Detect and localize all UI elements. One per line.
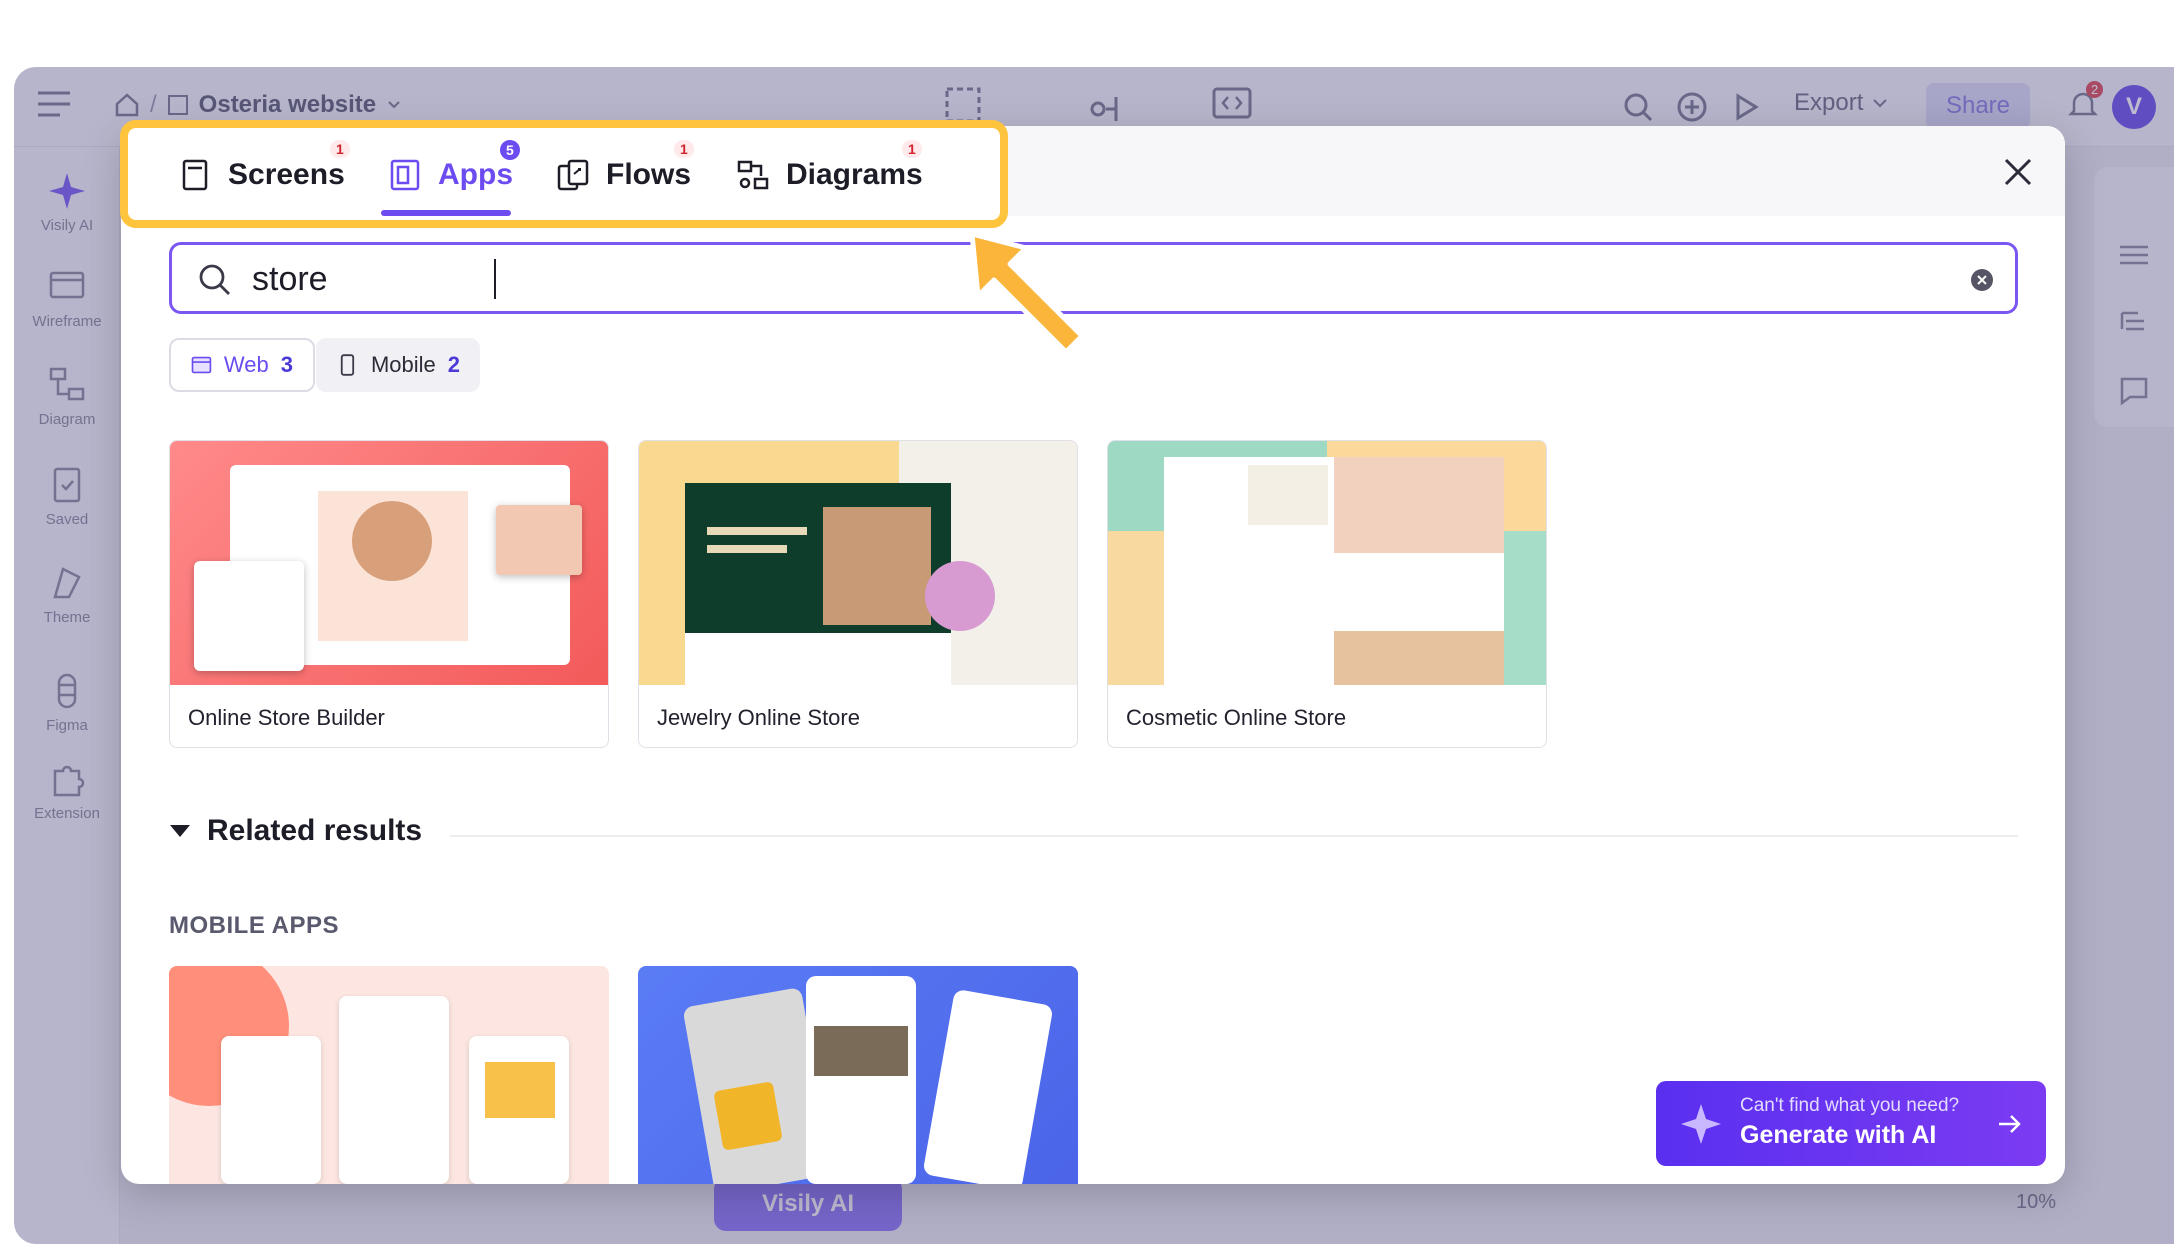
- phone-icon: [340, 354, 355, 376]
- tab-label: Apps: [438, 158, 513, 191]
- search-icon: [199, 264, 230, 295]
- card-thumbnail: [169, 966, 609, 1184]
- tab-label: Diagrams: [786, 158, 923, 191]
- divider: [450, 835, 2018, 837]
- filter-mobile[interactable]: Mobile 2: [316, 338, 480, 392]
- card-title: Cosmetic Online Store: [1126, 705, 1347, 730]
- arrow-right-icon: [1999, 1115, 2021, 1133]
- card-thumbnail: [170, 441, 608, 685]
- pointer-arrow-icon: [969, 231, 1085, 355]
- mobile-app-card-furniture[interactable]: [638, 966, 1078, 1184]
- filter-web[interactable]: Web 3: [169, 338, 315, 392]
- tab-apps[interactable]: Apps 5: [388, 140, 520, 200]
- filter-label: Mobile: [370, 352, 436, 377]
- template-card-jewelry-online-store[interactable]: Jewelry Online Store: [638, 440, 1078, 748]
- tab-badge: 1: [902, 140, 922, 158]
- sparkle-icon: [1681, 1104, 1721, 1144]
- tab-badge: 5: [500, 140, 520, 160]
- template-card-online-store-builder[interactable]: Online Store Builder: [169, 440, 609, 748]
- tab-label: Screens: [228, 158, 345, 191]
- card-thumbnail: [639, 441, 1077, 685]
- tab-badge: 1: [330, 140, 350, 158]
- mobile-app-card-electronics[interactable]: [169, 966, 609, 1184]
- clear-search-icon[interactable]: [1970, 268, 1994, 292]
- cta-title: Generate with AI: [1740, 1121, 1937, 1149]
- related-results-toggle[interactable]: Related results: [169, 814, 422, 848]
- tab-label: Flows: [606, 158, 692, 191]
- filter-label: Web: [223, 352, 269, 377]
- browser-icon: [191, 356, 212, 374]
- tab-diagrams[interactable]: Diagrams 1: [736, 140, 923, 200]
- section-heading-mobile-apps: MOBILE APPS: [169, 912, 339, 939]
- generate-with-ai-button[interactable]: Can't find what you need? Generate with …: [1656, 1081, 2046, 1166]
- text-caret: [494, 259, 496, 299]
- template-card-cosmetic-online-store[interactable]: Cosmetic Online Store: [1107, 440, 1547, 748]
- filter-count: 3: [280, 352, 293, 377]
- diagram-icon: [737, 160, 769, 190]
- filter-count: 2: [447, 352, 460, 377]
- card-title: Online Store Builder: [188, 705, 385, 730]
- cta-subtitle: Can't find what you need?: [1740, 1095, 1960, 1116]
- card-title: Jewelry Online Store: [657, 705, 860, 730]
- tab-badge: 1: [674, 140, 694, 158]
- tab-screens[interactable]: Screens 1: [178, 140, 350, 200]
- apps-icon: [390, 159, 420, 191]
- active-tab-indicator: [381, 210, 511, 216]
- card-thumbnail: [638, 966, 1078, 1184]
- related-results-title: Related results: [207, 814, 423, 847]
- card-thumbnail: [1108, 441, 1546, 685]
- flows-icon: [557, 159, 589, 191]
- screen-icon: [182, 159, 208, 191]
- tab-flows[interactable]: Flows 1: [556, 140, 694, 200]
- caret-down-icon: [170, 825, 190, 837]
- close-icon[interactable]: [2000, 154, 2036, 190]
